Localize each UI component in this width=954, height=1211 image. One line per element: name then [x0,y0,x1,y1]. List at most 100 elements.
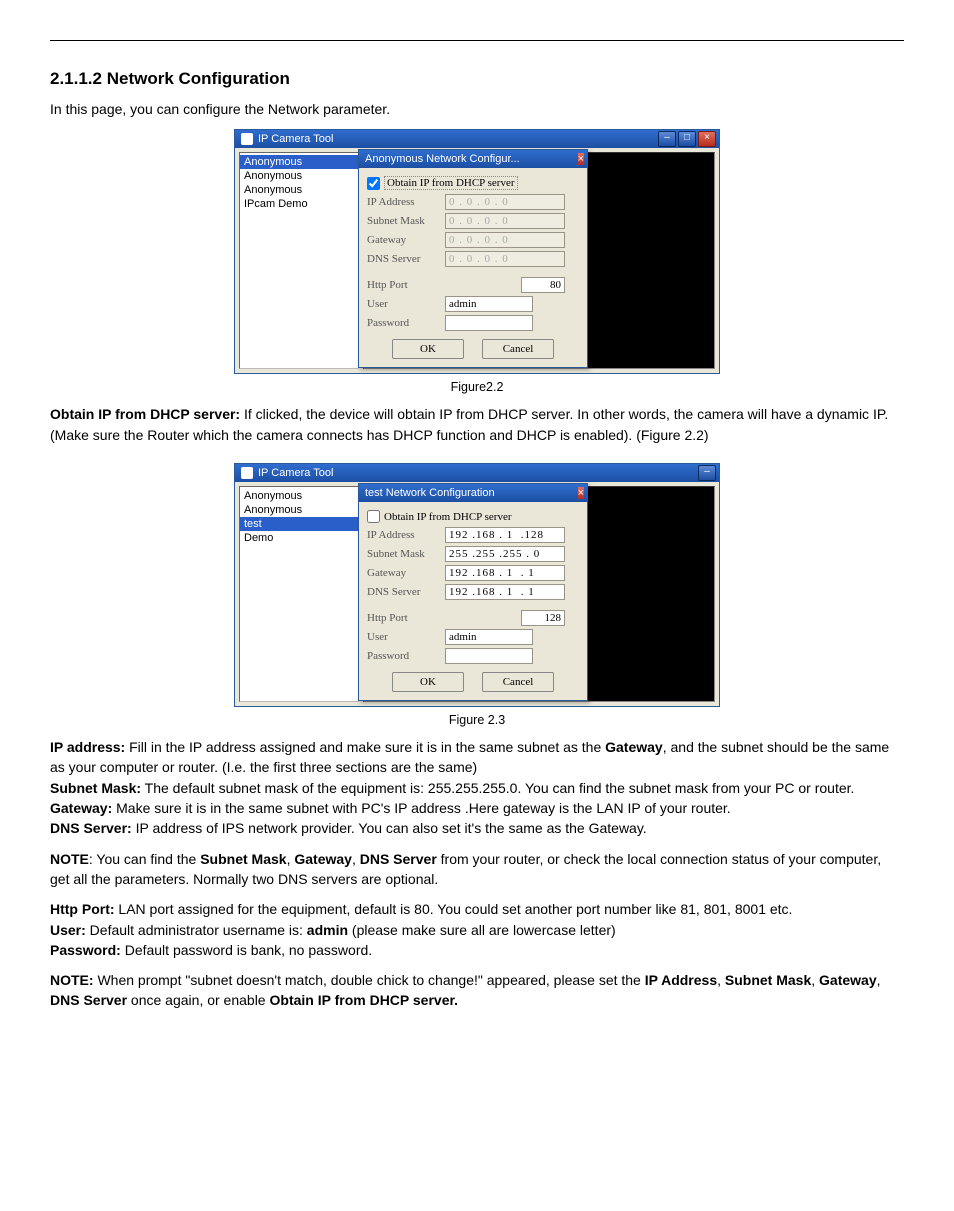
device-list-item[interactable]: Anonymous [240,183,358,197]
minimize-button[interactable]: – [658,131,676,147]
password-input[interactable] [445,648,533,664]
text: Fill in the IP address assigned and make… [125,739,605,755]
text: : You can find the [89,851,200,867]
dialog-title: Anonymous Network Configur... [365,153,578,165]
text: Make sure it is in the same subnet with … [112,800,730,816]
subnet-mask-input[interactable] [445,546,565,562]
device-list-item[interactable]: IPcam Demo [240,197,358,211]
text: once again, or enable [127,992,269,1008]
gateway-input[interactable] [445,565,565,581]
subnet-mask-label: Subnet Mask [367,548,445,560]
preview-area: Anonymous Network Configur... × Obtain I… [363,152,715,369]
note-term: NOTE [50,851,89,867]
device-list: Anonymous Anonymous Anonymous IPcam Demo [239,152,359,369]
term: Gateway [819,972,877,988]
password-term: Password: [50,942,121,958]
device-list-item[interactable]: Anonymous [240,489,358,503]
ip-address-input[interactable] [445,194,565,210]
text: The default subnet mask of the equipment… [141,780,854,796]
dhcp-label: Obtain IP from DHCP server [384,176,518,190]
subnet-mask-label: Subnet Mask [367,215,445,227]
app-titlebar: IP Camera Tool – □ × [235,130,719,148]
text: IP address of IPS network provider. You … [132,820,647,836]
network-config-dialog: test Network Configuration × Obtain IP f… [358,483,588,701]
device-list: Anonymous Anonymous test Demo [239,486,359,702]
text: Default administrator username is: [86,922,307,938]
screenshot-figure-2-3: IP Camera Tool – Anonymous Anonymous tes… [234,463,720,707]
text: Default password is bank, no password. [121,942,372,958]
minimize-button[interactable]: – [698,465,716,481]
term: Obtain IP from DHCP server. [270,992,459,1008]
intro-text: In this page, you can configure the Netw… [50,99,904,119]
text: , [717,972,725,988]
dhcp-checkbox[interactable] [367,510,380,523]
dns-server-input[interactable] [445,251,565,267]
user-input[interactable] [445,296,533,312]
gateway-term: Gateway: [50,800,112,816]
ok-button[interactable]: OK [392,672,464,692]
maximize-button[interactable]: □ [678,131,696,147]
term: admin [307,922,348,938]
http-port-term: Http Port: [50,901,115,917]
term: IP Address [645,972,717,988]
screenshot-figure-2-2: IP Camera Tool – □ × Anonymous Anonymous… [234,129,720,374]
dhcp-label: Obtain IP from DHCP server [384,511,512,523]
ip-address-term: IP address: [50,739,125,755]
device-list-item[interactable]: Anonymous [240,503,358,517]
http-port-input[interactable] [521,277,565,293]
figure-2-3-caption: Figure 2.3 [50,711,904,729]
gateway-label: Gateway [367,234,445,246]
user-term: User: [50,922,86,938]
term: Subnet Mask [725,972,811,988]
user-input[interactable] [445,629,533,645]
ip-address-label: IP Address [367,529,445,541]
gateway-term: Gateway [605,739,663,755]
device-list-item[interactable]: Anonymous [240,155,358,169]
gateway-input[interactable] [445,232,565,248]
text: , [877,972,881,988]
cancel-button[interactable]: Cancel [482,672,554,692]
term: DNS Server [360,851,437,867]
term: Subnet Mask [200,851,286,867]
device-list-item[interactable]: Anonymous [240,169,358,183]
ip-address-paragraph: IP address: Fill in the IP address assig… [50,737,904,838]
ok-button[interactable]: OK [392,339,464,359]
http-port-label: Http Port [367,279,445,291]
close-button[interactable]: × [698,131,716,147]
dhcp-term: Obtain IP from DHCP server: [50,406,240,422]
subnet-term: Subnet Mask: [50,780,141,796]
user-label: User [367,631,445,643]
dns-server-input[interactable] [445,584,565,600]
dialog-title: test Network Configuration [365,487,578,499]
figure-2-2-caption: Figure2.2 [50,378,904,396]
password-label: Password [367,317,445,329]
ip-address-input[interactable] [445,527,565,543]
text: (please make sure all are lowercase lett… [348,922,616,938]
dhcp-paragraph: Obtain IP from DHCP server: If clicked, … [50,404,904,445]
subnet-mask-input[interactable] [445,213,565,229]
preview-area: test Network Configuration × Obtain IP f… [363,486,715,702]
note-2-paragraph: NOTE: When prompt "subnet doesn't match,… [50,970,904,1011]
dns-server-label: DNS Server [367,253,445,265]
user-label: User [367,298,445,310]
note-term: NOTE: [50,972,94,988]
password-input[interactable] [445,315,533,331]
app-icon [241,467,253,479]
dns-server-label: DNS Server [367,586,445,598]
cancel-button[interactable]: Cancel [482,339,554,359]
dialog-close-button[interactable]: × [578,153,584,165]
device-list-item[interactable]: test [240,517,358,531]
app-icon [241,133,253,145]
app-title: IP Camera Tool [258,467,698,479]
http-port-paragraph: Http Port: LAN port assigned for the equ… [50,899,904,960]
section-heading: 2.1.1.2 Network Configuration [50,69,904,89]
text: When prompt "subnet doesn't match, doubl… [94,972,645,988]
dhcp-checkbox[interactable] [367,177,380,190]
http-port-input[interactable] [521,610,565,626]
gateway-label: Gateway [367,567,445,579]
device-list-item[interactable]: Demo [240,531,358,545]
dialog-close-button[interactable]: × [578,487,584,499]
note-1-paragraph: NOTE: You can find the Subnet Mask, Gate… [50,849,904,890]
top-rule [50,40,904,41]
text: LAN port assigned for the equipment, def… [115,901,793,917]
